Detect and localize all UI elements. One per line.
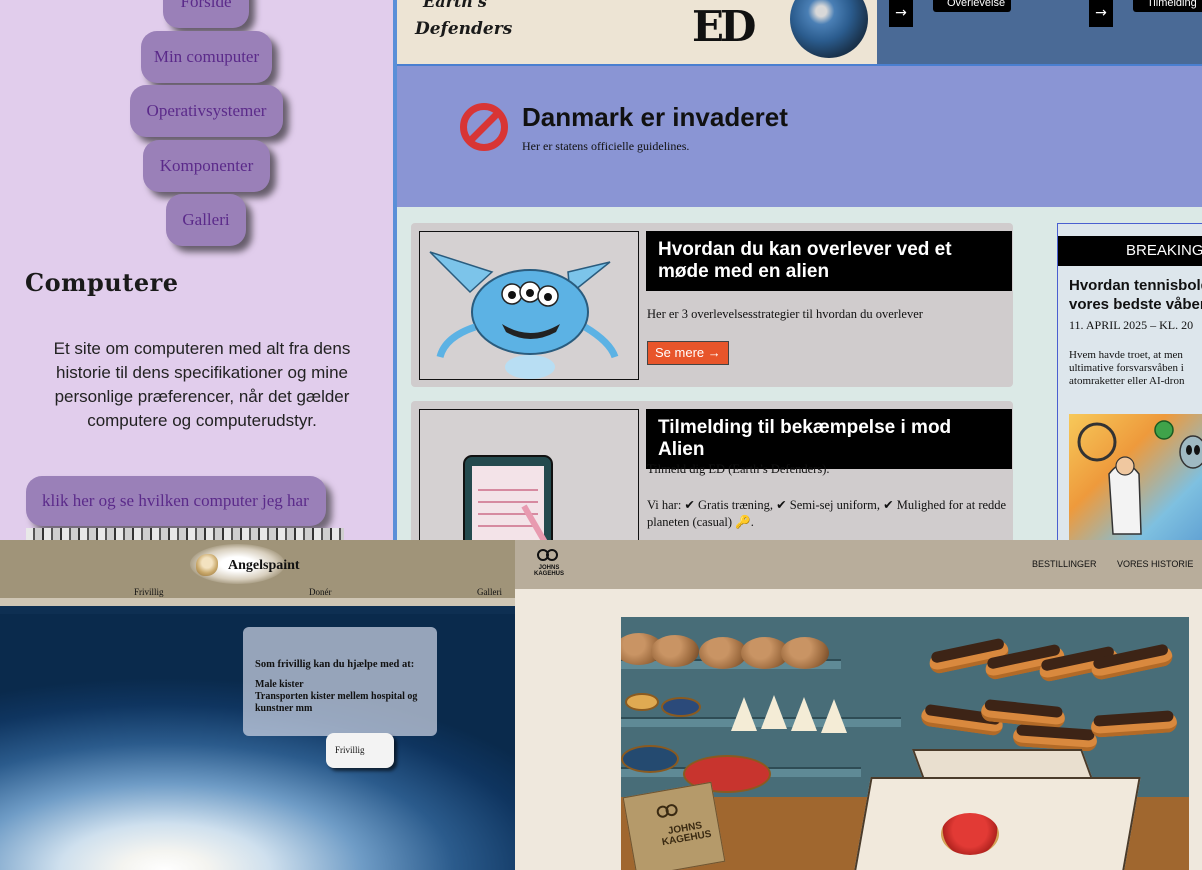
nav-frivillig-link[interactable]: Frivillig bbox=[134, 587, 164, 597]
nav-min-computer-button[interactable]: Min comuputer bbox=[141, 31, 272, 83]
logo-line-2: Defenders bbox=[415, 19, 513, 39]
arrow-right-icon[interactable]: → bbox=[1089, 0, 1113, 27]
logo-line-1: Earth's bbox=[423, 0, 487, 11]
nav-komponenter-button[interactable]: Komponenter bbox=[143, 140, 270, 192]
breaking-title-line: Hvordan tennisbold bbox=[1069, 277, 1202, 294]
header-nav: Overlevelse Tilmelding → → bbox=[877, 0, 1202, 64]
arrow-right-icon[interactable]: → bbox=[889, 0, 913, 27]
nav-bestillinger-link[interactable]: BESTILLINGER bbox=[1032, 559, 1097, 569]
computere-site-panel: Forside Min comuputer Operativsystemer K… bbox=[0, 0, 397, 540]
clipboard-icon bbox=[463, 455, 553, 540]
frivillig-button[interactable]: Frivillig bbox=[326, 733, 394, 768]
card-title: Hvordan du kan overlever ved et møde med… bbox=[646, 231, 1012, 291]
earth-globe-icon bbox=[790, 0, 868, 58]
computer-photo-strip bbox=[26, 528, 344, 540]
logo-text: JOHNS KAGEHUS bbox=[533, 565, 565, 577]
breaking-title[interactable]: Hvordan tennisbold vores bedste våben bbox=[1069, 276, 1202, 314]
cake-box bbox=[851, 777, 1141, 870]
nav-galleri-link[interactable]: Galleri bbox=[477, 587, 502, 597]
nav-galleri-button[interactable]: Galleri bbox=[166, 194, 246, 246]
nav-doner-link[interactable]: Donér bbox=[309, 587, 332, 597]
site-header: JOHNS KAGEHUS BESTILLINGER VORES HISTORI… bbox=[515, 540, 1202, 589]
tab-tilmelding[interactable]: Tilmelding bbox=[1133, 0, 1202, 12]
ed-logo-mark: ED bbox=[692, 2, 756, 51]
paper-bag: JOHNS KAGEHUS bbox=[622, 781, 726, 870]
hero-banner: Danmark er invaderet Her er statens offi… bbox=[397, 64, 1202, 207]
article-card-survival: Hvordan du kan overlever ved et møde med… bbox=[411, 223, 1013, 387]
earths-defenders-panel: Earth's Defenders ED Overlevelse Tilmeld… bbox=[397, 0, 1202, 540]
info-heading: Som frivillig kan du hjælpe med at: bbox=[255, 659, 415, 670]
strawberry-tart bbox=[941, 813, 999, 855]
alien-illustration bbox=[419, 231, 639, 380]
logo-text-line: KAGEHUS bbox=[533, 571, 564, 577]
bag-logo-text: JOHNS KAGEHUS bbox=[661, 820, 713, 849]
card-text: Vi har: ✔ Gratis træning, ✔ Semi-sej uni… bbox=[647, 498, 1007, 529]
alien-icon bbox=[429, 251, 619, 379]
breaking-text: Hvem havde troet, at men ultimative fors… bbox=[1069, 349, 1184, 388]
se-mere-button[interactable]: Se mere → bbox=[647, 341, 729, 365]
info-line: Transporten kister mellem hospital og ku… bbox=[255, 691, 418, 714]
site-header: Angelspaint Frivillig Donér Galleri bbox=[0, 540, 515, 606]
article-card-signup: Tilmelding til bekæmpelse i mod Alien Ti… bbox=[411, 401, 1013, 540]
tennis-alien-icon bbox=[1077, 420, 1202, 535]
hero-subtitle: Her er statens officielle guidelines. bbox=[522, 139, 690, 153]
site-description: Et site om computeren med alt fra dens h… bbox=[53, 339, 351, 430]
tab-overlevelse[interactable]: Overlevelse bbox=[933, 0, 1011, 12]
my-computer-link-button[interactable]: klik her og se hvilken computer jeg har bbox=[26, 476, 326, 526]
breaking-text-line: ultimative forsvarsvåben i bbox=[1069, 362, 1184, 374]
bakery-illustration: JOHNS KAGEHUS bbox=[621, 617, 1189, 870]
card-text: Her er 3 overlevelsesstrategier til hvor… bbox=[647, 307, 923, 321]
angel-logo-icon bbox=[196, 554, 218, 576]
card-text: Tilmeld dig ED (Earth’s Defenders). bbox=[647, 462, 830, 476]
breaking-text-line: Hvem havde troet, at men bbox=[1069, 349, 1183, 361]
clipboard-illustration bbox=[419, 409, 639, 540]
breaking-text-line: atomraketter eller AI-dron bbox=[1069, 375, 1185, 387]
angelspaint-panel: Angelspaint Frivillig Donér Galleri Som … bbox=[0, 540, 515, 870]
prohibited-icon bbox=[460, 103, 508, 151]
breaking-label: BREAKING bbox=[1058, 236, 1202, 266]
page-title: Computere bbox=[25, 268, 179, 297]
breaking-title-line: vores bedste våben bbox=[1069, 296, 1202, 313]
nav-operativsystemer-button[interactable]: Operativsystemer bbox=[130, 85, 283, 137]
nav-forside-button[interactable]: Forside bbox=[163, 0, 249, 28]
breaking-date: 11. APRIL 2025 – KL. 20 bbox=[1069, 318, 1194, 332]
breaking-news-box: BREAKING Hvordan tennisbold vores bedste… bbox=[1057, 223, 1202, 540]
info-line: Male kister bbox=[255, 679, 304, 690]
card-title: Tilmelding til bekæmpelse i mod Alien bbox=[646, 409, 1012, 469]
tennis-alien-illustration bbox=[1069, 414, 1202, 540]
volunteer-info-card: Som frivillig kan du hjælpe med at: Male… bbox=[243, 627, 437, 736]
brand-name[interactable]: Angelspaint bbox=[228, 558, 300, 574]
site-header: Earth's Defenders ED bbox=[397, 0, 877, 64]
hero-title: Danmark er invaderet bbox=[522, 102, 788, 132]
pretzel-logo-icon[interactable] bbox=[537, 549, 559, 563]
nav-vores-historie-link[interactable]: VORES HISTORIE bbox=[1117, 559, 1193, 569]
johns-kagehus-panel: JOHNS KAGEHUS BESTILLINGER VORES HISTORI… bbox=[515, 540, 1202, 870]
